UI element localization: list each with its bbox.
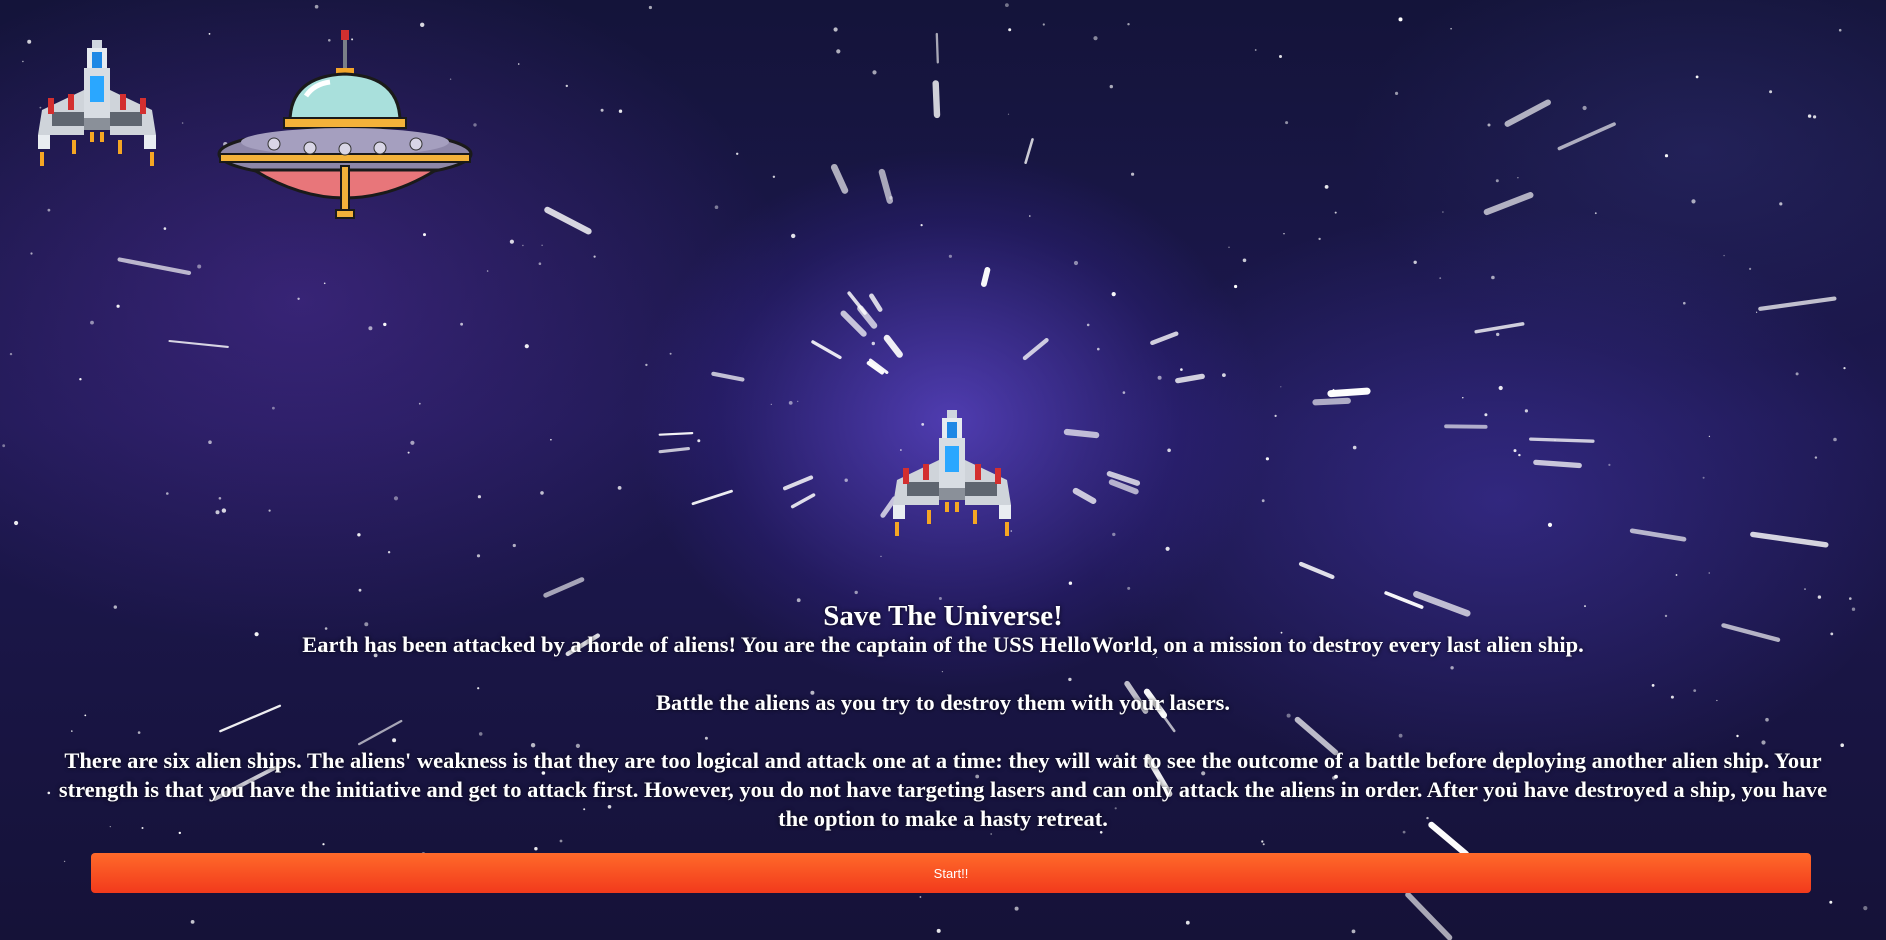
ship-icon (38, 40, 156, 166)
player-spaceship-icon (893, 410, 1011, 536)
intro-panel: Save The Universe! Earth has been attack… (50, 598, 1836, 833)
page-title: Save The Universe! (823, 600, 1063, 632)
intro-paragraph: Battle the aliens as you try to destroy … (655, 690, 1231, 715)
alien-ufo-icon (217, 30, 473, 219)
intro-paragraph: There are six alien ships. The aliens' w… (58, 748, 1828, 831)
start-button[interactable]: Start!! (91, 853, 1811, 893)
intro-paragraph: Earth has been attacked by a horde of al… (302, 632, 1584, 657)
